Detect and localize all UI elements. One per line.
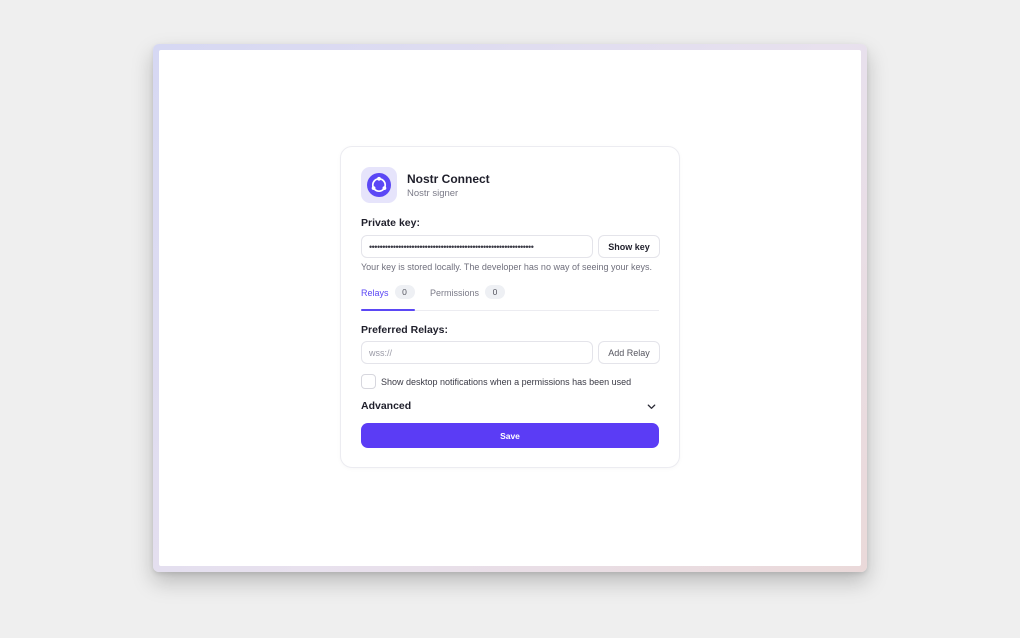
app-title: Nostr Connect — [407, 171, 490, 186]
tab-permissions-label: Permissions — [430, 288, 480, 298]
notifications-row: Show desktop notifications when a permis… — [361, 374, 631, 389]
private-key-label: Private key: — [361, 217, 420, 229]
tab-bar: Relays 0 Permissions 0 — [361, 285, 659, 311]
window-content: Nostr Connect Nostr signer Private key: … — [159, 50, 861, 566]
private-key-input[interactable]: ••••••••••••••••••••••••••••••••••••••••… — [361, 235, 593, 258]
tab-permissions-count: 0 — [485, 285, 506, 299]
add-relay-button[interactable]: Add Relay — [598, 341, 660, 364]
tab-relays[interactable]: Relays 0 — [361, 285, 415, 311]
browser-window: Nostr Connect Nostr signer Private key: … — [153, 44, 867, 572]
tab-relays-count: 0 — [394, 285, 415, 299]
brand: Nostr Connect Nostr signer — [407, 172, 490, 199]
relay-url-input[interactable]: wss:// — [361, 341, 593, 364]
options-card: Nostr Connect Nostr signer Private key: … — [340, 146, 680, 468]
show-key-button[interactable]: Show key — [598, 235, 660, 258]
notifications-label: Show desktop notifications when a permis… — [381, 376, 632, 387]
private-key-hint: Your key is stored locally. The develope… — [361, 262, 652, 272]
preferred-relays-label: Preferred Relays: — [361, 324, 448, 336]
save-button[interactable]: Save — [361, 423, 659, 448]
notifications-checkbox[interactable] — [361, 374, 376, 389]
app-subtitle: Nostr signer — [407, 187, 459, 199]
active-tab-indicator — [361, 309, 415, 311]
tab-relays-label: Relays — [361, 288, 389, 298]
chevron-down-icon — [646, 401, 657, 412]
header: Nostr Connect Nostr signer — [361, 167, 490, 203]
nostr-connect-logo-icon — [361, 167, 397, 203]
tab-permissions[interactable]: Permissions 0 — [430, 285, 506, 311]
advanced-toggle[interactable]: Advanced — [361, 399, 659, 413]
advanced-label: Advanced — [361, 400, 412, 412]
